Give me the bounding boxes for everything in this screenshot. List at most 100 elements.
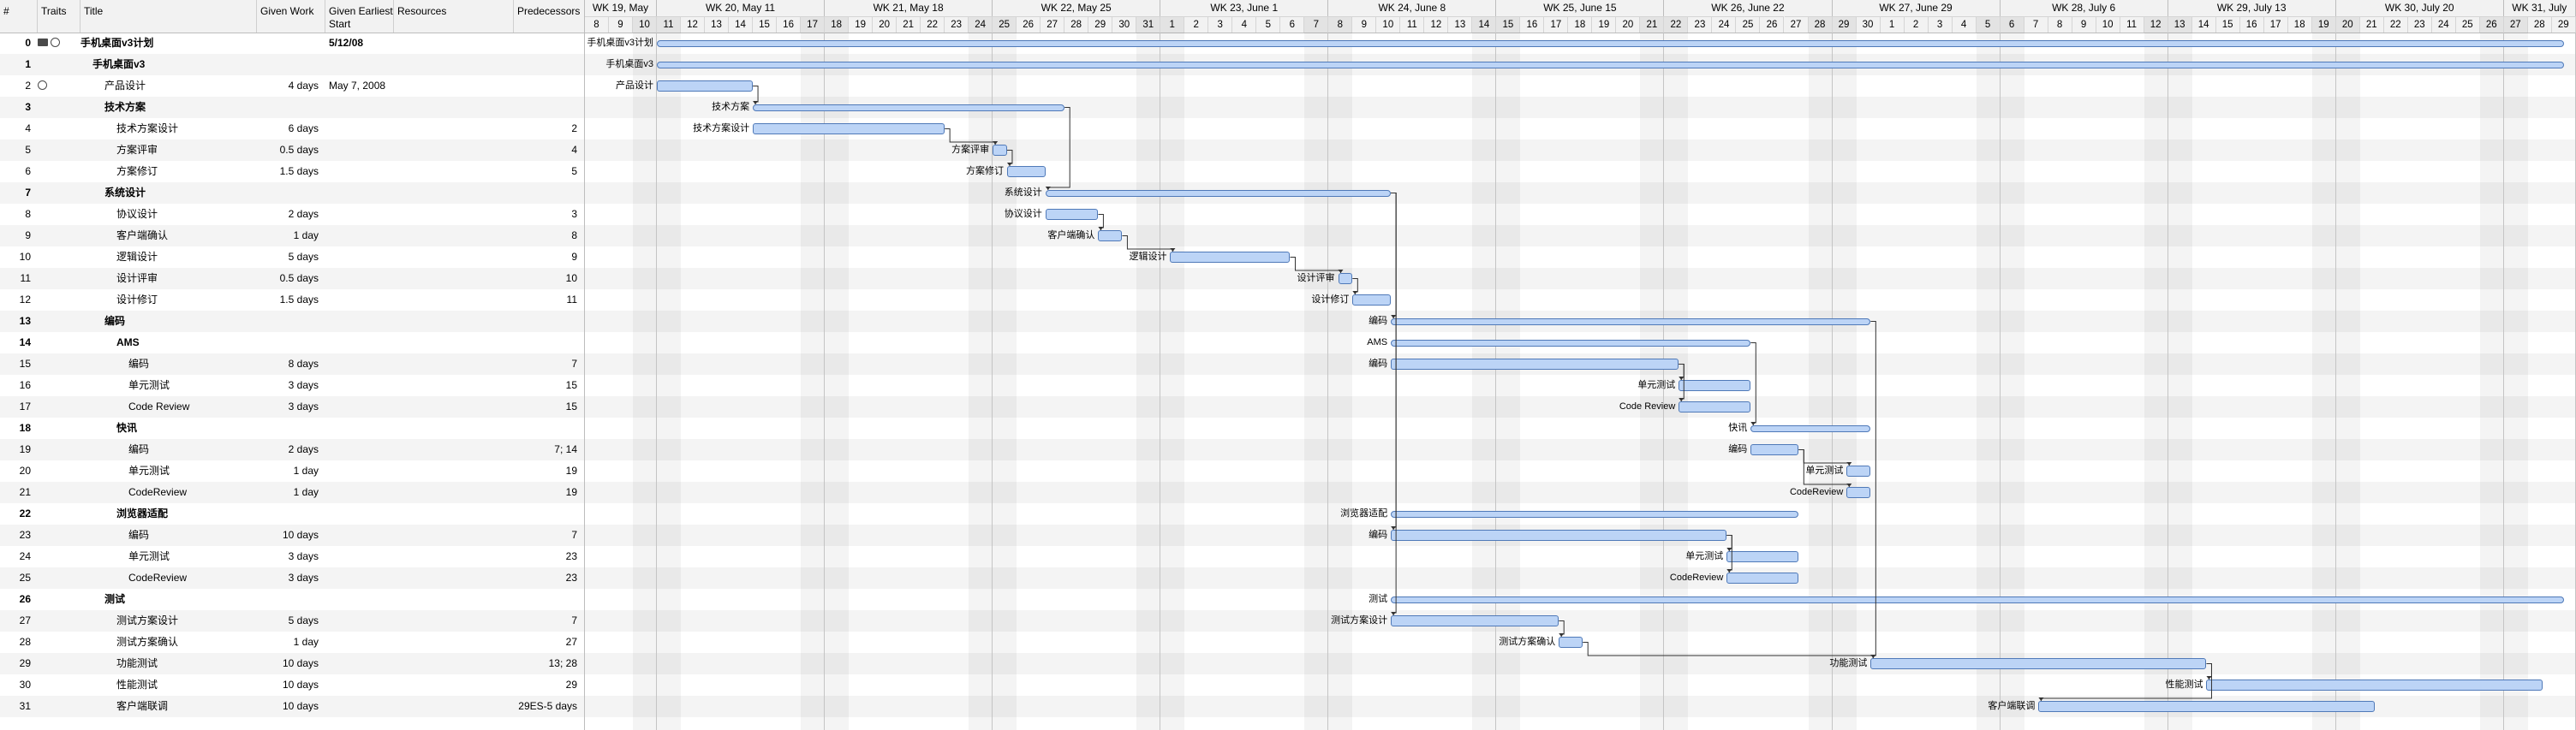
task-given-start[interactable] <box>325 610 394 632</box>
task-given-work[interactable]: 8 days <box>257 353 322 375</box>
task-row[interactable]: 1 手机桌面v3 <box>0 54 584 75</box>
task-given-work[interactable]: 5 days <box>257 246 322 268</box>
task-predecessors[interactable] <box>514 418 581 439</box>
task-title[interactable]: 测试 <box>80 589 280 610</box>
task-resources[interactable] <box>394 396 514 418</box>
task-resources[interactable] <box>394 204 514 225</box>
task-row[interactable]: 26 测试 <box>0 589 584 610</box>
task-given-work[interactable]: 1 day <box>257 225 322 246</box>
task-predecessors[interactable]: 29ES-5 days <box>514 696 581 717</box>
task-given-work[interactable]: 5 days <box>257 610 322 632</box>
task-given-work[interactable]: 0.5 days <box>257 139 322 161</box>
task-resources[interactable] <box>394 375 514 396</box>
task-given-start[interactable]: May 7, 2008 <box>325 75 394 97</box>
task-given-start[interactable] <box>325 54 394 75</box>
column-header-title[interactable]: Title <box>80 0 257 33</box>
task-row[interactable]: 30 性能测试 10 days 29 <box>0 674 584 696</box>
task-row[interactable]: 9 客户端确认 1 day 8 <box>0 225 584 246</box>
task-predecessors[interactable]: 3 <box>514 204 581 225</box>
task-resources[interactable] <box>394 311 514 332</box>
task-row[interactable]: 21 CodeReview 1 day 19 <box>0 482 584 503</box>
task-row[interactable]: 8 协议设计 2 days 3 <box>0 204 584 225</box>
task-resources[interactable] <box>394 460 514 482</box>
task-resources[interactable] <box>394 75 514 97</box>
task-row[interactable]: 13 编码 <box>0 311 584 332</box>
task-resources[interactable] <box>394 118 514 139</box>
task-predecessors[interactable]: 27 <box>514 632 581 653</box>
task-row[interactable]: 17 Code Review 3 days 15 <box>0 396 584 418</box>
task-predecessors[interactable]: 9 <box>514 246 581 268</box>
task-predecessors[interactable]: 13; 28 <box>514 653 581 674</box>
task-row[interactable]: 20 单元测试 1 day 19 <box>0 460 584 482</box>
task-given-start[interactable] <box>325 161 394 182</box>
task-row[interactable]: 14 AMS <box>0 332 584 353</box>
column-header-given-start[interactable]: Given Earliest Start <box>325 0 394 33</box>
task-given-start[interactable] <box>325 311 394 332</box>
task-given-start[interactable] <box>325 97 394 118</box>
task-given-work[interactable]: 10 days <box>257 525 322 546</box>
task-predecessors[interactable] <box>514 182 581 204</box>
task-predecessors[interactable]: 29 <box>514 674 581 696</box>
task-given-start[interactable] <box>325 118 394 139</box>
task-given-work[interactable]: 4 days <box>257 75 322 97</box>
task-predecessors[interactable] <box>514 503 581 525</box>
task-predecessors[interactable]: 7; 14 <box>514 439 581 460</box>
task-given-start[interactable] <box>325 353 394 375</box>
task-resources[interactable] <box>394 525 514 546</box>
task-resources[interactable] <box>394 289 514 311</box>
task-given-start[interactable] <box>325 225 394 246</box>
task-row[interactable]: 31 客户端联调 10 days 29ES-5 days <box>0 696 584 717</box>
task-given-work[interactable]: 1 day <box>257 632 322 653</box>
task-given-work[interactable]: 2 days <box>257 204 322 225</box>
task-resources[interactable] <box>394 353 514 375</box>
task-resources[interactable] <box>394 610 514 632</box>
task-predecessors[interactable]: 15 <box>514 396 581 418</box>
task-row[interactable]: 4 技术方案设计 6 days 2 <box>0 118 584 139</box>
task-given-work[interactable]: 3 days <box>257 567 322 589</box>
task-title[interactable]: 手机桌面v3 <box>80 54 268 75</box>
task-row[interactable]: 22 浏览器适配 <box>0 503 584 525</box>
column-header-given-work[interactable]: Given Work <box>257 0 325 33</box>
task-resources[interactable] <box>394 503 514 525</box>
task-predecessors[interactable] <box>514 97 581 118</box>
column-header-resources[interactable]: Resources <box>394 0 514 33</box>
task-resources[interactable] <box>394 439 514 460</box>
task-given-start[interactable] <box>325 182 394 204</box>
task-resources[interactable] <box>394 418 514 439</box>
task-resources[interactable] <box>394 268 514 289</box>
task-resources[interactable] <box>394 482 514 503</box>
task-row[interactable]: 2 产品设计 4 days May 7, 2008 <box>0 75 584 97</box>
task-given-work[interactable] <box>257 503 322 525</box>
task-row[interactable]: 23 编码 10 days 7 <box>0 525 584 546</box>
task-given-start[interactable] <box>325 696 394 717</box>
task-predecessors[interactable] <box>514 75 581 97</box>
column-header-predecessors[interactable]: Predecessors <box>514 0 584 33</box>
task-given-start[interactable] <box>325 332 394 353</box>
task-resources[interactable] <box>394 182 514 204</box>
task-given-start[interactable] <box>325 418 394 439</box>
task-given-start[interactable] <box>325 460 394 482</box>
task-resources[interactable] <box>394 653 514 674</box>
task-given-work[interactable]: 3 days <box>257 375 322 396</box>
task-predecessors[interactable]: 23 <box>514 567 581 589</box>
task-resources[interactable] <box>394 546 514 567</box>
task-resources[interactable] <box>394 54 514 75</box>
task-row[interactable]: 10 逻辑设计 5 days 9 <box>0 246 584 268</box>
task-row[interactable]: 5 方案评审 0.5 days 4 <box>0 139 584 161</box>
task-resources[interactable] <box>394 632 514 653</box>
task-title[interactable]: 技术方案 <box>80 97 280 118</box>
task-title[interactable]: 手机桌面v3计划 <box>80 33 256 54</box>
task-resources[interactable] <box>394 225 514 246</box>
task-given-work[interactable]: 1.5 days <box>257 289 322 311</box>
task-row[interactable]: 25 CodeReview 3 days 23 <box>0 567 584 589</box>
task-row[interactable]: 3 技术方案 <box>0 97 584 118</box>
task-given-start[interactable] <box>325 674 394 696</box>
task-given-start[interactable] <box>325 396 394 418</box>
task-predecessors[interactable] <box>514 54 581 75</box>
task-resources[interactable] <box>394 246 514 268</box>
task-given-start[interactable] <box>325 204 394 225</box>
task-given-work[interactable] <box>257 332 322 353</box>
task-predecessors[interactable]: 19 <box>514 460 581 482</box>
task-predecessors[interactable]: 15 <box>514 375 581 396</box>
task-given-start[interactable] <box>325 546 394 567</box>
